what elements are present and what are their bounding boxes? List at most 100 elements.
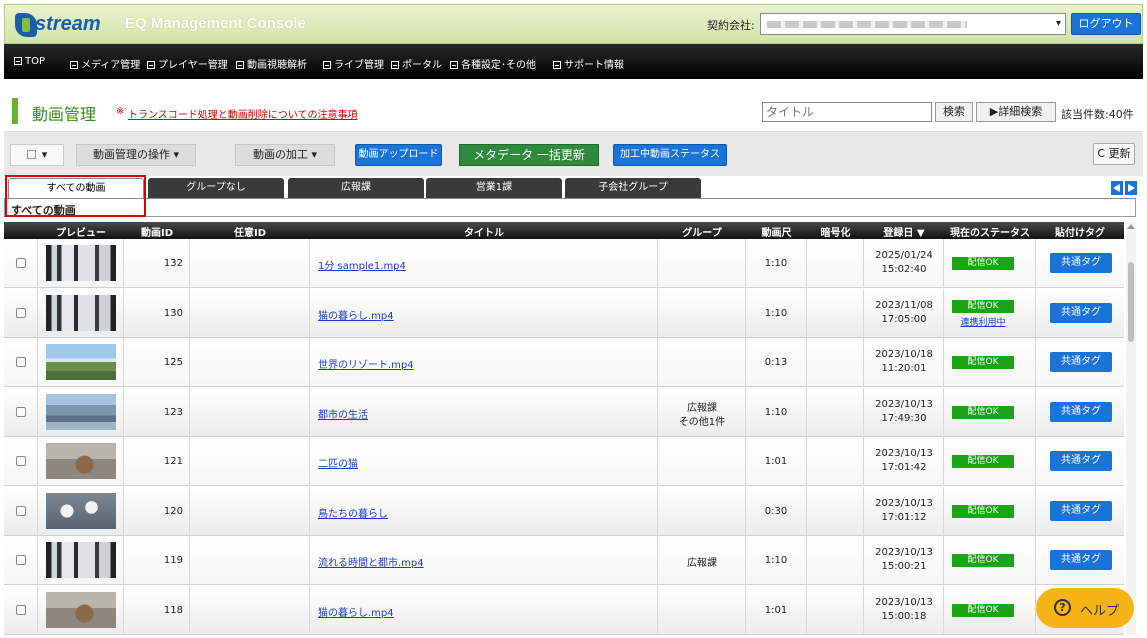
help-button[interactable]: ? ヘルプ bbox=[1036, 588, 1134, 628]
row-checkbox-cell bbox=[4, 338, 38, 387]
menu-box-icon bbox=[236, 61, 244, 69]
result-count: 該当件数:40件 bbox=[1061, 108, 1134, 121]
tab-sales-1[interactable]: 営業1課 bbox=[426, 178, 562, 198]
group-cell: 広報課 bbox=[658, 536, 746, 585]
logout-button[interactable]: ログアウト bbox=[1071, 13, 1141, 35]
nav-item-support[interactable]: サポート情報 bbox=[553, 56, 624, 71]
refresh-button[interactable]: C 更新 bbox=[1093, 143, 1135, 165]
registered-date-time: 15:00:18 bbox=[881, 610, 927, 622]
common-tag-button[interactable]: 共通タグ bbox=[1050, 550, 1112, 570]
video-thumbnail[interactable] bbox=[46, 492, 116, 529]
tab-subsidiary-group[interactable]: 子会社グループ bbox=[565, 178, 701, 198]
preview-cell bbox=[38, 239, 124, 288]
title-accent-bar bbox=[12, 98, 18, 124]
nav-item-label: サポート情報 bbox=[564, 60, 624, 71]
nav-item-top[interactable]: TOP bbox=[14, 56, 45, 67]
title-cell: 1分 sample1.mp4 bbox=[310, 239, 658, 288]
chevron-down-icon: ▾ bbox=[1055, 18, 1061, 29]
video-thumbnail[interactable] bbox=[46, 393, 116, 430]
tab-no-group[interactable]: グループなし bbox=[148, 178, 284, 198]
duration: 0:13 bbox=[746, 338, 807, 387]
row-checkbox[interactable] bbox=[16, 555, 26, 565]
row-checkbox[interactable] bbox=[16, 604, 26, 615]
scroll-thumb[interactable] bbox=[1128, 262, 1134, 342]
linked-usage-link[interactable]: 連携利用中 bbox=[944, 315, 1022, 328]
status-cell: 配信OK bbox=[944, 239, 1036, 288]
video-title-link[interactable]: 猫の暮らし.mp4 bbox=[318, 604, 394, 619]
registered-date-time: 15:02:40 bbox=[881, 264, 927, 275]
app-header: stream EQ Management Console 契約会社: ▾ ログア… bbox=[4, 4, 1143, 44]
chevron-left-icon[interactable] bbox=[1111, 181, 1123, 195]
registered-date: 2023/10/13 15:00:18 bbox=[864, 585, 944, 635]
nav-item-label: プレイヤー管理 bbox=[158, 60, 228, 71]
common-tag-button[interactable]: 共通タグ bbox=[1050, 352, 1112, 372]
common-tag-button[interactable]: 共通タグ bbox=[1050, 302, 1112, 323]
select-all-dropdown[interactable]: ▾ bbox=[10, 144, 64, 166]
nav-item-analytics[interactable]: 動画視聴解析 bbox=[236, 56, 307, 71]
common-tag-button[interactable]: 共通タグ bbox=[1050, 253, 1112, 273]
chevron-right-icon[interactable] bbox=[1125, 181, 1137, 195]
upload-video-button[interactable]: 動画アップロード bbox=[355, 144, 442, 166]
video-title-link[interactable]: 1分 sample1.mp4 bbox=[318, 257, 406, 272]
row-checkbox[interactable] bbox=[16, 307, 26, 318]
tab-pr-section[interactable]: 広報課 bbox=[288, 178, 424, 198]
video-title-link[interactable]: 都市の生活 bbox=[318, 406, 368, 421]
common-tag-button[interactable]: 共通タグ bbox=[1050, 451, 1112, 471]
search-button[interactable]: 検索 bbox=[935, 102, 973, 122]
registered-date-time: 17:05:00 bbox=[881, 313, 927, 325]
common-tag-button[interactable]: 共通タグ bbox=[1050, 500, 1112, 521]
registered-date-time: 15:00:21 bbox=[881, 561, 927, 572]
duration: 1:01 bbox=[746, 585, 807, 635]
col-custom-id[interactable]: 任意ID bbox=[190, 224, 310, 239]
video-thumbnail[interactable] bbox=[46, 294, 116, 331]
row-checkbox[interactable] bbox=[16, 505, 26, 516]
transcode-notice-link[interactable]: トランスコード処理と動画削除についての注意事項 bbox=[128, 106, 358, 121]
col-video-id[interactable]: 動画ID bbox=[124, 224, 190, 239]
row-checkbox[interactable] bbox=[16, 258, 26, 268]
search-input[interactable] bbox=[762, 102, 932, 122]
nav-item-portal[interactable]: ポータル bbox=[391, 56, 442, 71]
video-title-link[interactable]: 鳥たちの暮らし bbox=[318, 505, 388, 520]
menu-box-icon bbox=[391, 61, 399, 69]
row-checkbox[interactable] bbox=[16, 406, 26, 417]
video-thumbnail[interactable] bbox=[46, 344, 116, 380]
video-thumbnail[interactable] bbox=[46, 245, 116, 281]
scroll-up-icon[interactable] bbox=[1127, 224, 1135, 229]
col-registered-date[interactable]: 登録日 ▼ bbox=[864, 224, 944, 239]
company-label: 契約会社: bbox=[707, 19, 755, 32]
company-select[interactable]: ▾ bbox=[760, 13, 1066, 35]
video-title-link[interactable]: 流れる時間と都市.mp4 bbox=[318, 554, 424, 569]
video-title-link[interactable]: 世界のリゾート.mp4 bbox=[318, 356, 414, 371]
bulk-metadata-button[interactable]: メタデータ 一括更新 bbox=[459, 144, 599, 166]
table-row: 123 都市の生活 広報課 その他1件 1:10 2023/10/13 17:49:30 配信… bbox=[4, 387, 1124, 437]
video-thumbnail[interactable] bbox=[46, 542, 116, 578]
col-title[interactable]: タイトル bbox=[310, 224, 658, 239]
row-checkbox[interactable] bbox=[16, 357, 26, 367]
vertical-scrollbar[interactable] bbox=[1126, 222, 1136, 635]
col-embed-tag: 貼付けタグ bbox=[1055, 228, 1105, 239]
group-more: その他1件 bbox=[678, 416, 726, 428]
nav-item-player[interactable]: プレイヤー管理 bbox=[147, 56, 228, 71]
common-tag-button[interactable]: 共通タグ bbox=[1050, 401, 1112, 422]
video-thumbnail[interactable] bbox=[46, 443, 116, 479]
video-title-link[interactable]: 二匹の猫 bbox=[318, 455, 358, 470]
row-checkbox-cell bbox=[4, 387, 38, 437]
status-badge: 配信OK bbox=[952, 455, 1014, 468]
video-title-link[interactable]: 猫の暮らし.mp4 bbox=[318, 307, 394, 322]
video-thumbnail[interactable] bbox=[46, 591, 116, 628]
status-cell: 配信OK bbox=[944, 585, 1036, 635]
table-row: 118猫の暮らし.mp41:012023/10/1315:00:18配信OK共通… bbox=[4, 585, 1124, 635]
processing-status-button[interactable]: 加工中動画ステータス bbox=[613, 144, 727, 166]
duration: 0:30 bbox=[746, 486, 807, 536]
duration: 1:10 bbox=[746, 387, 807, 437]
video-process-dropdown[interactable]: 動画の加工 ▾ bbox=[235, 144, 335, 166]
preview-cell bbox=[38, 387, 124, 437]
video-id: 125 bbox=[124, 338, 190, 387]
nav-item-settings[interactable]: 各種設定･その他 bbox=[450, 56, 536, 71]
col-duration[interactable]: 動画尺 bbox=[746, 224, 807, 239]
video-ops-dropdown[interactable]: 動画管理の操作 ▾ bbox=[76, 144, 196, 166]
advanced-search-button[interactable]: ▶詳細検索 bbox=[976, 102, 1056, 122]
row-checkbox[interactable] bbox=[16, 456, 26, 466]
nav-item-live[interactable]: ライブ管理 bbox=[323, 56, 384, 71]
nav-item-media[interactable]: メディア管理 bbox=[70, 56, 140, 71]
